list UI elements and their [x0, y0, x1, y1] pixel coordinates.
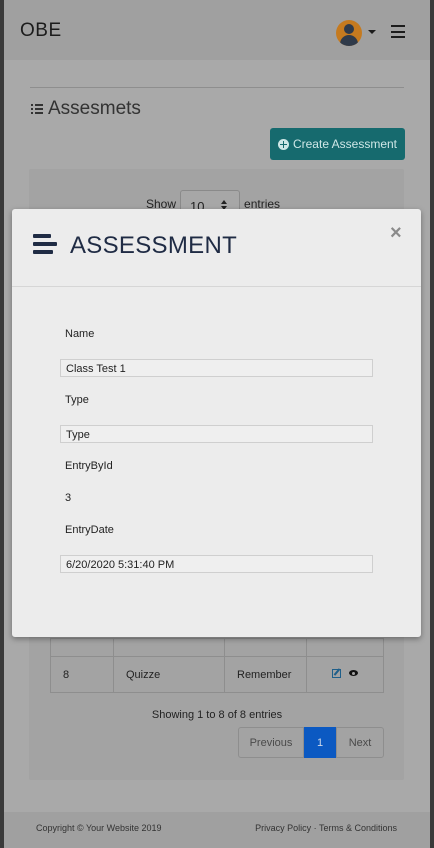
cell-id: 8	[50, 656, 114, 693]
pager-previous-button[interactable]: Previous	[238, 727, 304, 758]
name-field[interactable]: Class Test 1	[60, 359, 373, 377]
modal-header: ASSESSMENT ×	[12, 209, 421, 287]
plus-circle-icon	[277, 138, 289, 150]
user-avatar[interactable]	[336, 20, 362, 46]
avatar-head	[344, 24, 354, 34]
bars-icon	[33, 234, 57, 256]
sort-up-icon	[221, 200, 228, 204]
table-row	[50, 638, 384, 657]
pager-next-button[interactable]: Next	[336, 727, 384, 758]
name-label: Name	[65, 328, 95, 340]
brand-logo[interactable]: OBE	[20, 20, 62, 42]
footer-links[interactable]: Privacy Policy · Terms & Conditions	[255, 823, 397, 833]
list-icon	[31, 104, 43, 114]
assessment-modal: ASSESSMENT × Name Class Test 1 Type Type…	[12, 209, 421, 637]
assessments-table: 8 Quizze Remember	[50, 638, 384, 693]
cell-name: Quizze	[113, 656, 225, 693]
close-icon[interactable]: ×	[390, 222, 402, 245]
entrydate-label: EntryDate	[65, 524, 114, 536]
create-assessment-label: Create Assessment	[292, 137, 398, 151]
page-title-text: Assesmets	[48, 98, 141, 119]
footer-copyright: Copyright © Your Website 2019	[36, 823, 162, 833]
page-title: Assesmets	[31, 98, 141, 120]
edit-icon[interactable]	[332, 668, 341, 678]
table-info: Showing 1 to 8 of 8 entries	[151, 709, 283, 721]
pagination: Previous 1 Next	[238, 727, 384, 758]
user-menu-caret-icon[interactable]	[368, 30, 376, 34]
view-eye-icon[interactable]	[349, 670, 358, 676]
type-label: Type	[65, 394, 89, 406]
entrybyid-label: EntryById	[65, 460, 113, 472]
pager-page-1-button[interactable]: 1	[304, 727, 336, 758]
create-assessment-button[interactable]: Create Assessment	[270, 128, 405, 160]
page-footer: Copyright © Your Website 2019 Privacy Po…	[4, 812, 430, 848]
avatar-body	[340, 35, 358, 46]
cell-actions	[306, 656, 384, 693]
modal-title: ASSESSMENT	[70, 232, 238, 259]
table-row: 8 Quizze Remember	[50, 656, 384, 693]
type-field[interactable]: Type	[60, 425, 373, 443]
hamburger-menu-icon[interactable]	[391, 25, 405, 38]
entrydate-field[interactable]: 6/20/2020 5:31:40 PM	[60, 555, 373, 573]
header-divider	[30, 87, 404, 88]
cell-level: Remember	[224, 656, 307, 693]
top-navbar: OBE	[4, 0, 430, 60]
entrybyid-value: 3	[65, 492, 72, 504]
